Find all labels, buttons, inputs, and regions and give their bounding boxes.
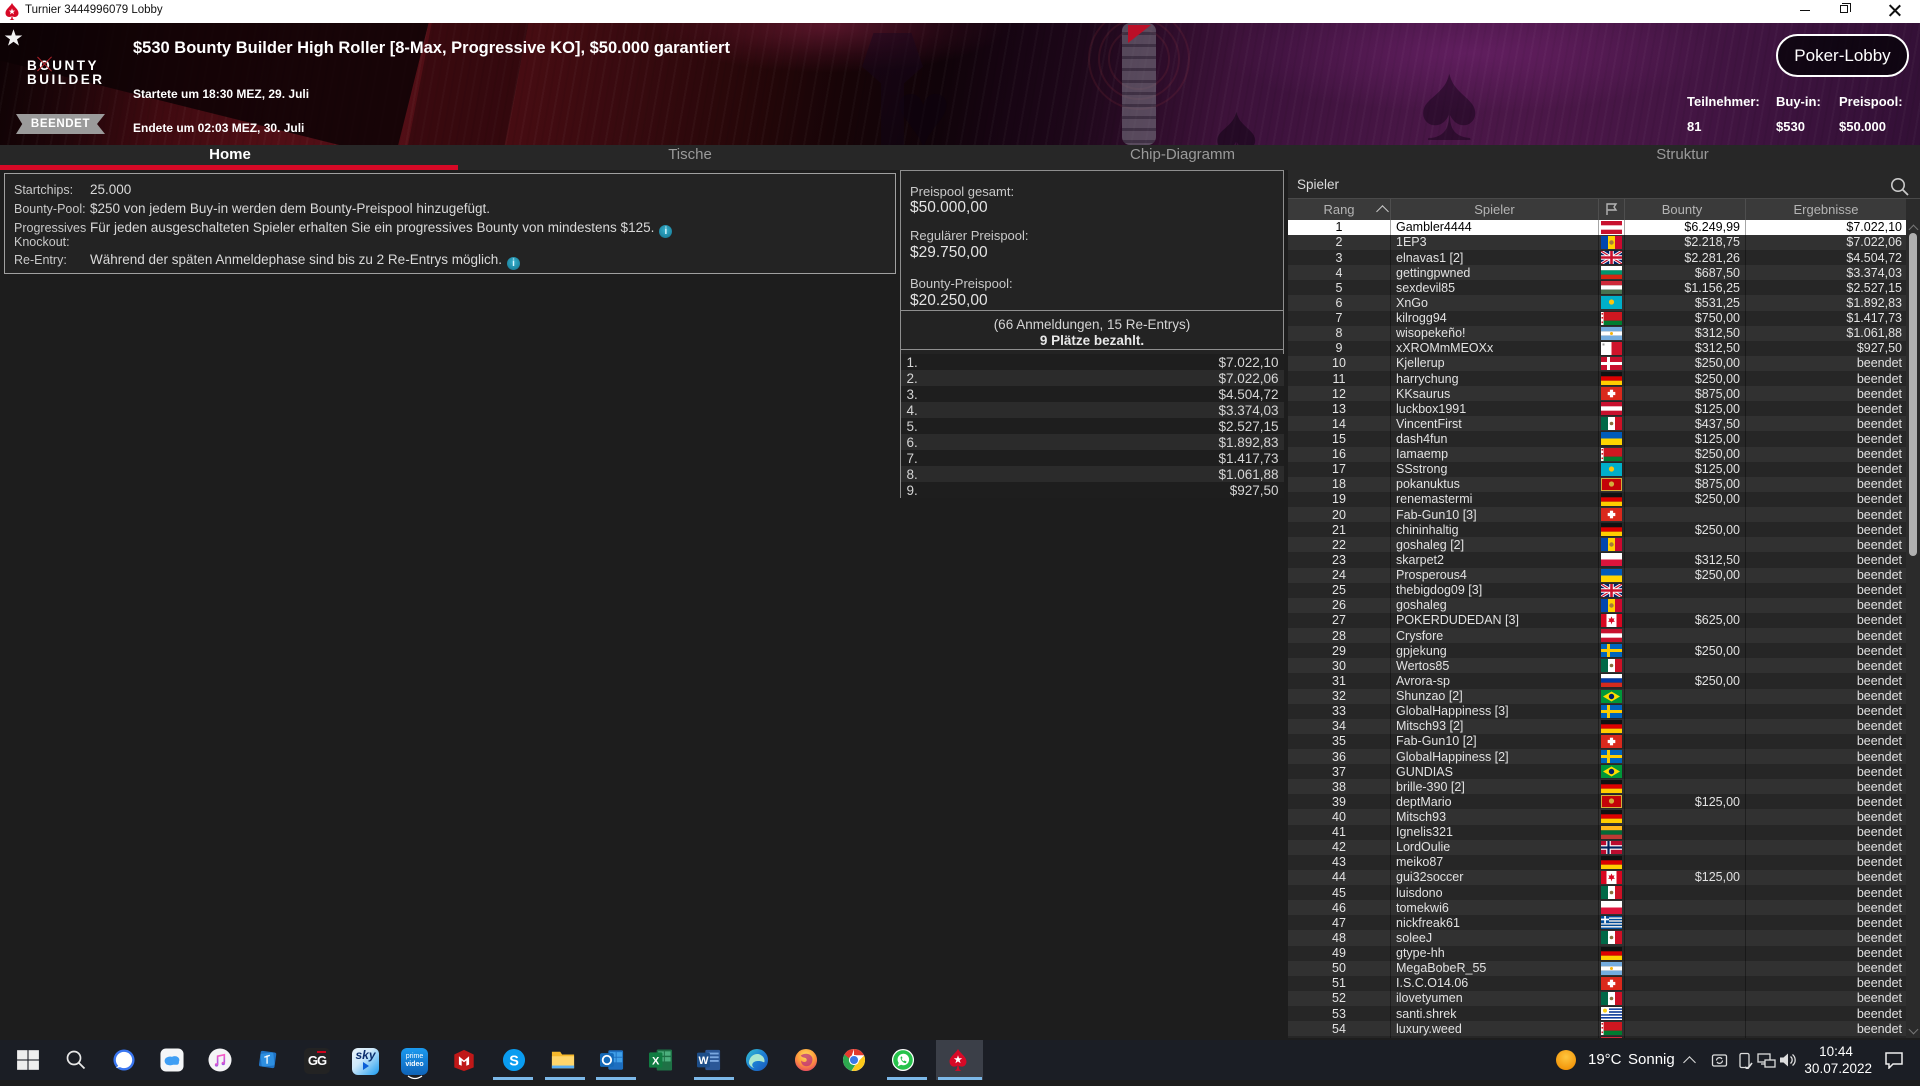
svg-text:X: X [652,1055,660,1067]
svg-text:W: W [698,1055,708,1067]
svg-text:S: S [509,1053,519,1069]
